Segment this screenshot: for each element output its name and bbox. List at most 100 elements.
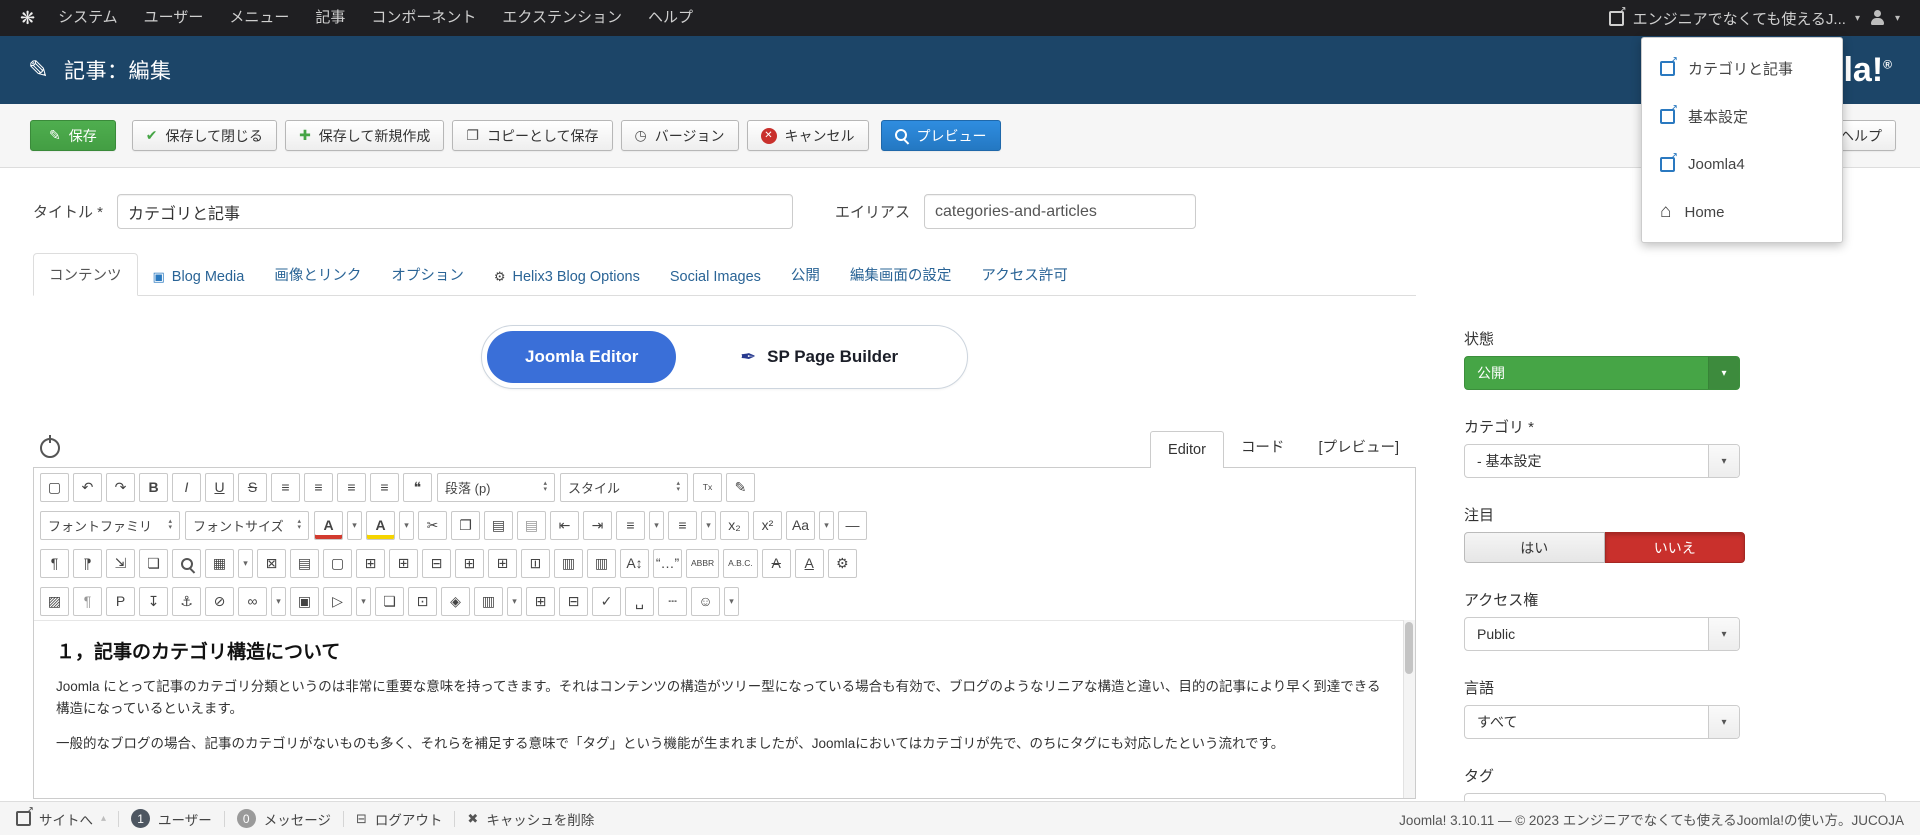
media-icon[interactable]: ▷ — [323, 586, 352, 616]
align-center-icon[interactable]: ≡ — [304, 472, 333, 502]
logged-in-users-link[interactable]: 1 ユーザー — [131, 809, 212, 829]
inserted-text-icon[interactable]: A — [794, 548, 824, 578]
italic-icon[interactable]: I — [172, 472, 201, 502]
save-new-button[interactable]: ✚ 保存して新規作成 — [285, 120, 445, 151]
tab-images-links[interactable]: 画像とリンク — [259, 254, 376, 295]
align-justify-icon[interactable]: ≡ — [370, 472, 399, 502]
column-delete-icon[interactable]: ⊟ — [521, 548, 550, 578]
editor-scrollbar[interactable] — [1403, 620, 1415, 798]
table-caret-icon[interactable]: ▾ — [238, 548, 253, 578]
clean-format-icon[interactable]: ✎ — [726, 472, 755, 502]
title-field[interactable] — [117, 194, 794, 229]
table-row-properties-icon[interactable]: ▤ — [290, 548, 319, 578]
bold-icon[interactable]: B — [139, 472, 168, 502]
deleted-text-icon[interactable]: A — [761, 548, 791, 578]
tab-permissions[interactable]: アクセス許可 — [966, 254, 1082, 295]
editor-content-area[interactable]: １，記事のカテゴリ構造について Joomla にとって記事のカテゴリ分類というの… — [34, 620, 1404, 798]
align-right-icon[interactable]: ≡ — [337, 472, 366, 502]
underline-icon[interactable]: U — [205, 472, 234, 502]
table-cell-properties-icon[interactable]: ▢ — [323, 548, 352, 578]
preformatted-icon[interactable]: P — [106, 586, 135, 616]
editor-tab-preview[interactable]: [プレビュー] — [1301, 426, 1416, 467]
logout-link[interactable]: ⊟ ログアウト — [356, 809, 442, 829]
dropdown-item-home[interactable]: ⌂ Home — [1642, 188, 1842, 236]
indent-increase-icon[interactable]: ⇥ — [583, 510, 612, 540]
numbered-list-icon[interactable]: ≡ — [616, 510, 645, 540]
highlight-color-icon[interactable]: A — [366, 510, 395, 540]
copy-icon[interactable]: ❐ — [451, 510, 480, 540]
access-select[interactable]: Public ▾ — [1464, 617, 1740, 651]
bullet-list-caret-icon[interactable]: ▾ — [701, 510, 716, 540]
tab-options[interactable]: オプション — [376, 254, 479, 295]
horizontal-rule-icon[interactable]: — — [838, 510, 867, 540]
text-color-icon[interactable]: A — [314, 510, 343, 540]
columns-caret-icon[interactable]: ▾ — [507, 586, 522, 616]
menu-help[interactable]: ヘルプ — [635, 0, 706, 36]
link-icon[interactable]: ∞ — [238, 586, 267, 616]
bullet-list-icon[interactable]: ≡ — [668, 510, 697, 540]
editor-tab-code[interactable]: コード — [1224, 426, 1302, 467]
superscript-icon[interactable]: x² — [753, 510, 782, 540]
versions-button[interactable]: ◷ バージョン — [620, 120, 739, 151]
text-color-caret-icon[interactable]: ▾ — [347, 510, 362, 540]
toolbar-toggle-caret-icon[interactable]: ▾ — [724, 586, 739, 616]
category-select[interactable]: - 基本設定 ▾ — [1464, 444, 1740, 478]
visual-blocks-icon[interactable]: ▨ — [40, 586, 69, 616]
strikethrough-icon[interactable]: S — [238, 472, 267, 502]
view-site-link[interactable]: サイトへ ▴ — [16, 805, 106, 829]
split-cells-icon[interactable]: ▥ — [587, 548, 616, 578]
preview-button[interactable]: プレビュー — [880, 120, 1001, 151]
sp-page-builder-toggle[interactable]: ✒ SP Page Builder — [676, 346, 962, 369]
menu-users[interactable]: ユーザー — [131, 0, 217, 36]
unlink-icon[interactable]: ⊘ — [205, 586, 234, 616]
joomla-editor-toggle[interactable]: Joomla Editor — [487, 331, 677, 383]
remove-format-icon[interactable]: Tx — [693, 472, 722, 502]
menu-extensions[interactable]: エクステンション — [489, 0, 635, 36]
dropdown-item-categories-articles[interactable]: カテゴリと記事 — [1642, 44, 1842, 92]
blockquote-icon[interactable]: ❝ — [403, 472, 432, 502]
column-insert-left-icon[interactable]: ⊞ — [455, 548, 484, 578]
align-left-icon[interactable]: ≡ — [271, 472, 300, 502]
new-document-icon[interactable]: ▢ — [40, 472, 69, 502]
menu-menus[interactable]: メニュー — [216, 0, 302, 36]
table-icon[interactable]: ▦ — [205, 548, 234, 578]
insert-block-icon[interactable]: ⊞ — [526, 586, 555, 616]
font-family-select[interactable]: フォントファミリ ▴ ▾ — [40, 510, 180, 540]
undo-icon[interactable]: ↶ — [73, 472, 102, 502]
status-select[interactable]: 公開 ▾ — [1464, 356, 1740, 390]
save-copy-button[interactable]: ❐ コピーとして保存 — [452, 120, 613, 151]
tab-helix3-blog-options[interactable]: ⚙ Helix3 Blog Options — [479, 259, 655, 295]
subscript-icon[interactable]: x₂ — [720, 510, 749, 540]
tags-input[interactable] — [1464, 793, 1886, 801]
tab-content[interactable]: コンテンツ — [33, 253, 138, 296]
font-resize-icon[interactable]: A↕ — [620, 548, 649, 578]
gear-icon[interactable]: ⚙ — [827, 548, 857, 578]
highlight-color-caret-icon[interactable]: ▾ — [399, 510, 414, 540]
indent-decrease-icon[interactable]: ⇤ — [550, 510, 579, 540]
case-change-icon[interactable]: Aa — [786, 510, 815, 540]
messages-link[interactable]: 0 メッセージ — [236, 809, 331, 829]
alias-field[interactable] — [924, 194, 1197, 229]
user-icon[interactable] — [1869, 10, 1886, 26]
find-replace-icon[interactable] — [172, 548, 201, 578]
dropdown-item-joomla4[interactable]: Joomla4 — [1642, 140, 1842, 188]
tab-publishing[interactable]: 公開 — [776, 254, 835, 295]
merge-cells-icon[interactable]: ▥ — [554, 548, 583, 578]
featured-no-button[interactable]: いいえ — [1604, 532, 1745, 563]
columns-icon[interactable]: ▥ — [474, 586, 503, 616]
redo-icon[interactable]: ↷ — [106, 472, 135, 502]
image-icon[interactable]: ▣ — [290, 586, 319, 616]
numbered-list-caret-icon[interactable]: ▾ — [649, 510, 664, 540]
anchor-icon[interactable]: ⚓ — [172, 586, 201, 616]
menu-components[interactable]: コンポーネント — [358, 0, 489, 36]
quotation-icon[interactable]: “…” — [653, 548, 682, 578]
font-size-select[interactable]: フォントサイズ ▴ ▾ — [185, 510, 309, 540]
row-insert-below-icon[interactable]: ⊞ — [389, 548, 418, 578]
dropdown-item-basic-settings[interactable]: 基本設定 — [1642, 92, 1842, 140]
link-caret-icon[interactable]: ▾ — [271, 586, 286, 616]
tab-blog-media[interactable]: ▣ Blog Media — [138, 259, 260, 295]
emoticon-icon[interactable]: ☺ — [691, 586, 720, 616]
embed-code-icon[interactable]: ⊡ — [408, 586, 437, 616]
column-insert-right-icon[interactable]: ⊞ — [488, 548, 517, 578]
featured-yes-button[interactable]: はい — [1464, 532, 1605, 563]
